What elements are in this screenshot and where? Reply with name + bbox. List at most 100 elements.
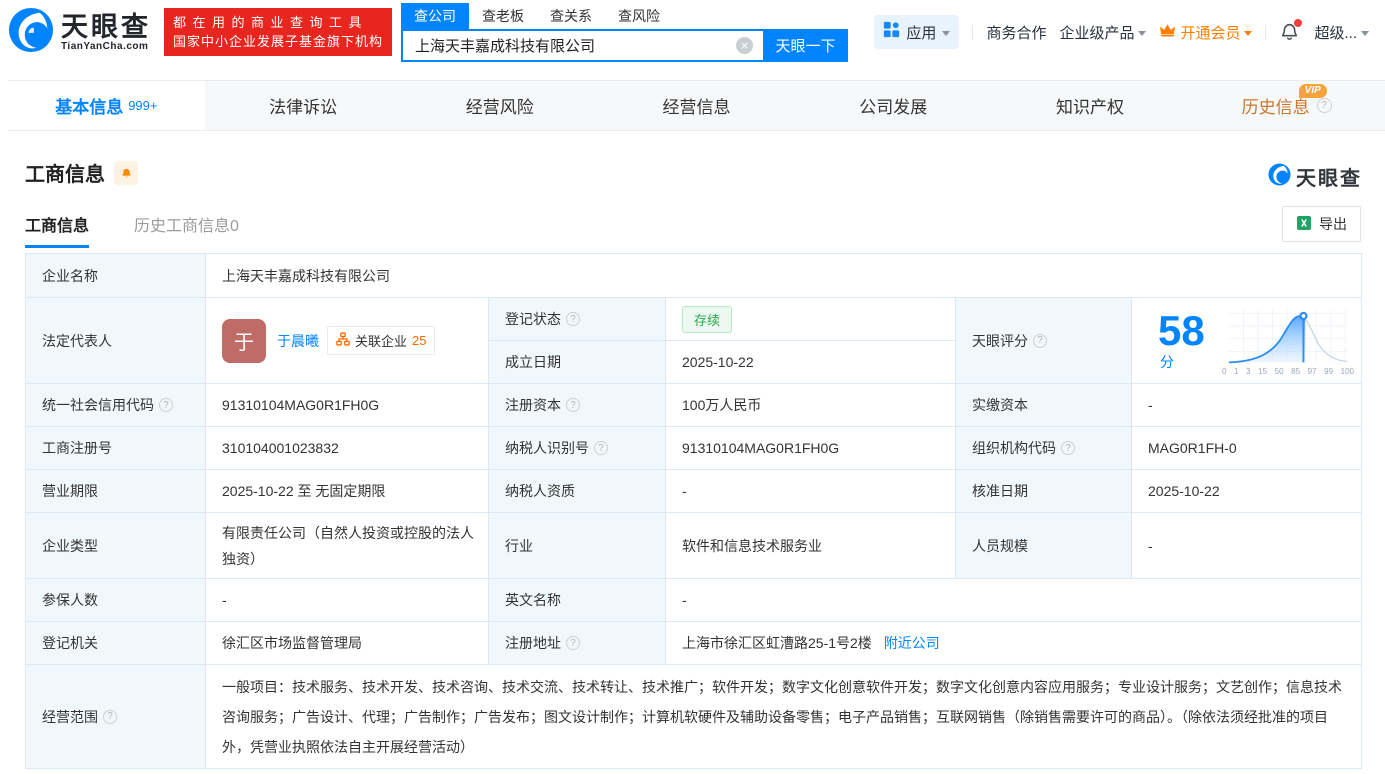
- table-row: 营业期限 2025-10-22 至 无固定期限 纳税人资质 - 核准日期 202…: [26, 470, 1363, 513]
- reg-capital-value: 100万人民币: [666, 384, 956, 427]
- company-name-value: 上海天丰嘉成科技有限公司: [206, 254, 1362, 298]
- axis-tick: 50: [1274, 366, 1284, 376]
- subtab-history-business-info[interactable]: 历史工商信息0: [134, 212, 239, 248]
- reg-status-cell: 存续: [666, 298, 956, 341]
- score-cell[interactable]: 58分 0 1 3 15 50 85 97 99 100: [1132, 298, 1362, 384]
- score-label-text: 天眼评分: [972, 332, 1028, 349]
- related-companies-count: 25: [412, 333, 427, 348]
- english-name-label: 英文名称: [489, 579, 666, 622]
- chevron-down-icon: [1244, 30, 1253, 36]
- top-menu: 应用 商务合作 企业级产品 开通会员 超级...: [874, 15, 1385, 49]
- related-companies-badge[interactable]: 关联企业 25: [327, 326, 436, 355]
- subtab-business-info[interactable]: 工商信息: [25, 212, 90, 248]
- axis-tick: 0: [1222, 366, 1227, 376]
- chevron-down-icon: [942, 30, 951, 36]
- axis-tick: 100: [1340, 366, 1354, 376]
- reg-status-label: 登记状态: [489, 298, 666, 341]
- help-icon[interactable]: [566, 398, 580, 412]
- search-input[interactable]: [401, 28, 764, 62]
- menu-item-super-vip[interactable]: 超级...: [1314, 22, 1369, 43]
- axis-tick: 97: [1307, 366, 1317, 376]
- watermark-logo: 天眼查: [1268, 162, 1362, 191]
- apps-grid-icon: [883, 21, 900, 43]
- credit-code-label: 统一社会信用代码: [26, 384, 206, 427]
- tab-legal-litigation[interactable]: 法律诉讼: [205, 81, 402, 130]
- export-button-label: 导出: [1319, 216, 1347, 232]
- promo-banner-line2: 国家中小企业发展子基金旗下机构: [173, 34, 384, 49]
- divider: [972, 24, 974, 40]
- menu-item-super-vip-label: 超级...: [1314, 24, 1357, 42]
- search-tabs: 查公司 查老板 查关系 查风险: [401, 2, 848, 29]
- approval-date-label: 核准日期: [956, 470, 1132, 513]
- legal-rep-label: 法定代表人: [26, 298, 206, 384]
- tab-operation-risk[interactable]: 经营风险: [401, 81, 598, 130]
- search-button[interactable]: 天眼一下: [763, 28, 849, 62]
- business-term-value: 2025-10-22 至 无固定期限: [206, 470, 489, 513]
- tianyancha-logo[interactable]: 天眼查 TianYanCha.com: [8, 7, 151, 58]
- related-companies-label: 关联企业: [355, 334, 408, 349]
- apps-menu[interactable]: 应用: [874, 15, 960, 49]
- address-cell: 上海市徐汇区虹漕路25-1号2楼 附近公司: [666, 622, 1362, 665]
- subscribe-bell-icon[interactable]: [114, 160, 138, 185]
- help-icon[interactable]: [103, 709, 117, 724]
- company-name-label: 企业名称: [26, 254, 206, 298]
- address-value: 上海市徐汇区虹漕路25-1号2楼: [682, 635, 872, 651]
- address-label: 注册地址: [489, 622, 666, 665]
- table-row: 工商注册号 310104001023832 纳税人识别号 91310104MAG…: [26, 427, 1363, 470]
- reg-number-label: 工商注册号: [26, 427, 206, 470]
- export-button[interactable]: 导出: [1282, 206, 1361, 242]
- menu-item-open-vip[interactable]: 开通会员: [1159, 22, 1253, 43]
- org-code-value: MAG0R1FH-0: [1132, 427, 1362, 470]
- search-tab-company[interactable]: 查公司: [401, 2, 470, 29]
- search-tab-boss[interactable]: 查老板: [469, 3, 537, 29]
- reg-authority-label: 登记机关: [26, 622, 206, 665]
- menu-item-enterprise-label: 企业级产品: [1059, 24, 1135, 42]
- tab-operation-info[interactable]: 经营信息: [598, 81, 795, 130]
- help-icon[interactable]: [566, 312, 580, 326]
- tab-intellectual-property[interactable]: 知识产权: [992, 81, 1189, 130]
- tab-history-info[interactable]: 历史信息 VIP: [1188, 81, 1385, 130]
- legal-rep-name-link[interactable]: 于晨曦: [277, 331, 319, 351]
- page-header: 天眼查 TianYanCha.com 都在用的商业查询工具 国家中小企业发展子基…: [0, 0, 1385, 64]
- paid-capital-value: -: [1132, 384, 1362, 427]
- help-icon[interactable]: [1316, 98, 1332, 113]
- help-icon[interactable]: [1033, 333, 1047, 348]
- status-badge: 存续: [682, 305, 733, 333]
- logo-subtitle: TianYanCha.com: [61, 40, 149, 52]
- tab-company-development[interactable]: 公司发展: [795, 81, 992, 130]
- axis-tick: 85: [1291, 366, 1301, 376]
- logo-title: 天眼查: [61, 11, 151, 42]
- reg-capital-label-text: 注册资本: [505, 397, 561, 413]
- search-tab-relation[interactable]: 查关系: [537, 3, 605, 29]
- est-date-label: 成立日期: [489, 341, 666, 384]
- taxpayer-quality-label: 纳税人资质: [489, 470, 666, 513]
- score-label: 天眼评分: [956, 298, 1132, 384]
- menu-item-enterprise[interactable]: 企业级产品: [1059, 22, 1147, 43]
- nearby-companies-link[interactable]: 附近公司: [884, 633, 940, 653]
- menu-item-cooperation[interactable]: 商务合作: [986, 22, 1046, 43]
- legal-rep-avatar[interactable]: 于: [222, 318, 266, 363]
- staff-size-label: 人员规模: [956, 513, 1132, 579]
- tab-basic-info[interactable]: 基本信息 999+: [8, 81, 205, 130]
- business-info-subtabs: 工商信息 历史工商信息0: [25, 212, 239, 248]
- axis-tick: 15: [1258, 366, 1268, 376]
- help-icon[interactable]: [566, 636, 580, 650]
- notification-bell-icon[interactable]: [1279, 19, 1303, 43]
- tianyancha-logo-icon: [1268, 162, 1291, 191]
- score-unit: 分: [1160, 353, 1174, 370]
- table-row: 企业类型 有限责任公司（自然人投资或控股的法人独资） 行业 软件和信息技术服务业…: [26, 513, 1363, 579]
- help-icon[interactable]: [159, 398, 173, 412]
- table-row: 登记机关 徐汇区市场监督管理局 注册地址 上海市徐汇区虹漕路25-1号2楼 附近…: [26, 622, 1363, 665]
- crown-icon: [1159, 23, 1176, 41]
- search-tab-risk[interactable]: 查风险: [605, 3, 673, 29]
- search-clear-icon[interactable]: [736, 36, 754, 54]
- help-icon[interactable]: [594, 441, 608, 455]
- score-value: 58: [1158, 306, 1205, 354]
- taxpayer-quality-value: -: [666, 470, 956, 513]
- help-icon[interactable]: [1061, 441, 1075, 455]
- company-type-value: 有限责任公司（自然人投资或控股的法人独资）: [206, 513, 489, 579]
- axis-tick: 99: [1324, 366, 1334, 376]
- tianyancha-logo-icon: [8, 7, 54, 58]
- reg-capital-label: 注册资本: [489, 384, 666, 427]
- table-row: 统一社会信用代码 91310104MAG0R1FH0G 注册资本 100万人民币…: [26, 384, 1363, 427]
